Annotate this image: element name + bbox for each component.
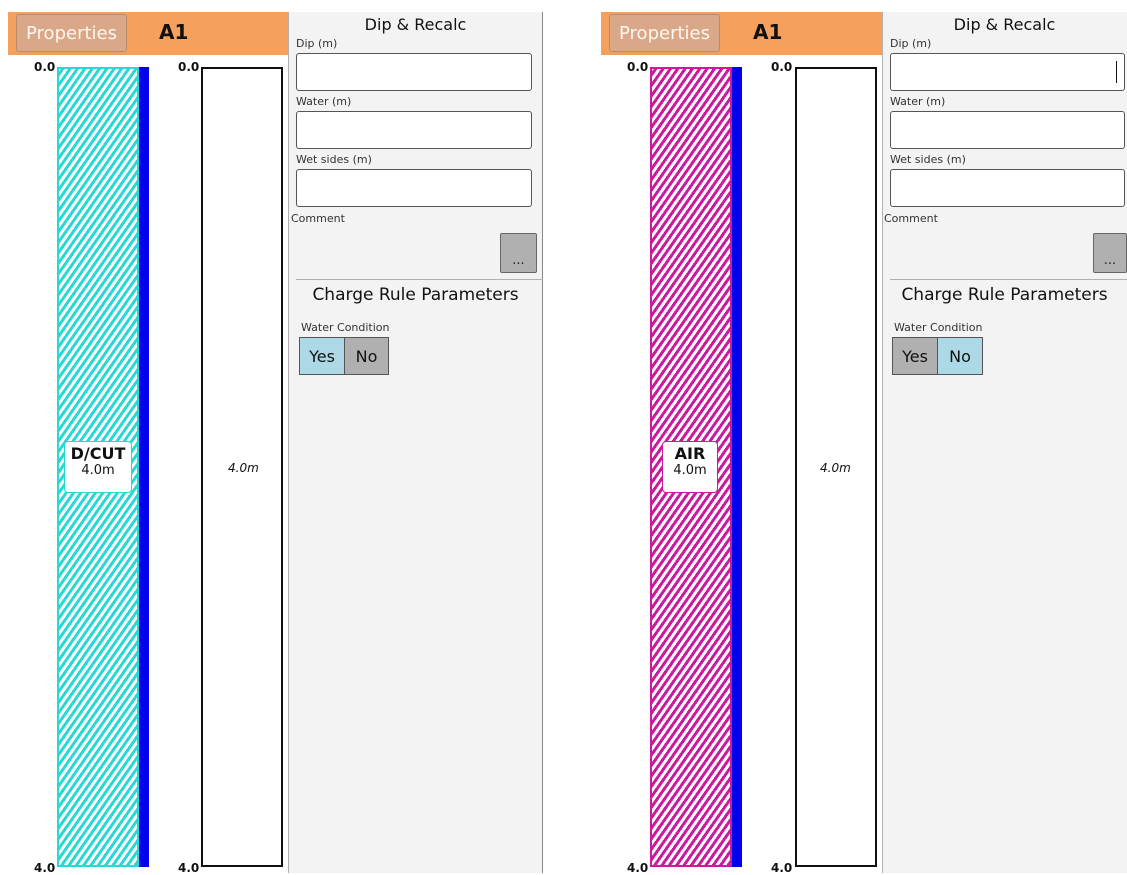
water-condition-label: Water Condition [301,321,390,334]
hole-id-label: A1 [753,20,783,44]
material-label[interactable]: D/CUT 4.0m [64,441,132,493]
properties-button[interactable]: Properties [16,14,127,52]
charge-rule-title: Charge Rule Parameters [901,285,1108,305]
wet-sides-label: Wet sides (m) [890,153,966,166]
text-caret [1116,61,1117,83]
water-label: Water (m) [890,95,946,108]
water-indicator-strip [139,67,149,867]
water-condition-label: Water Condition [894,321,983,334]
dip-recalc-title: Dip & Recalc [364,15,467,34]
wet-sides-input[interactable] [296,169,532,207]
comment-label: Comment [884,212,938,225]
water-label: Water (m) [296,95,352,108]
water-condition-no-button[interactable]: No [937,337,983,375]
properties-button[interactable]: Properties [609,14,720,52]
charge-rule-title: Charge Rule Parameters [312,285,519,305]
dip-input[interactable] [296,53,532,91]
wet-sides-input[interactable] [890,169,1125,207]
dip-recalc-title: Dip & Recalc [953,15,1056,34]
column-axis-top-label: 0.0 [178,60,200,74]
comment-more-button[interactable]: ... [500,233,537,273]
column-axis-top-label: 0.0 [771,60,793,74]
water-condition-yes-button[interactable]: Yes [299,337,345,375]
water-input[interactable] [296,111,532,149]
material-length: 4.0m [81,463,115,478]
material-name: D/CUT [70,444,126,463]
axis-top-label: 0.0 [627,60,649,74]
water-input[interactable] [890,111,1125,149]
section-divider [296,279,543,280]
water-indicator-strip [732,67,742,867]
dip-label: Dip (m) [890,37,932,50]
column-depth-label: 4.0m [228,461,259,475]
column-depth-label: 4.0m [820,461,851,475]
material-length: 4.0m [673,463,707,478]
dip-input[interactable] [890,53,1125,91]
dip-label: Dip (m) [296,37,338,50]
wet-sides-label: Wet sides (m) [296,153,372,166]
section-divider [890,279,1127,280]
material-name: AIR [674,444,706,463]
hole-id-label: A1 [159,20,189,44]
material-label[interactable]: AIR 4.0m [662,441,718,493]
comment-more-button[interactable]: ... [1093,233,1127,273]
comment-label: Comment [291,212,345,225]
water-condition-no-button[interactable]: No [344,337,389,375]
axis-top-label: 0.0 [34,60,56,74]
water-condition-yes-button[interactable]: Yes [892,337,938,375]
